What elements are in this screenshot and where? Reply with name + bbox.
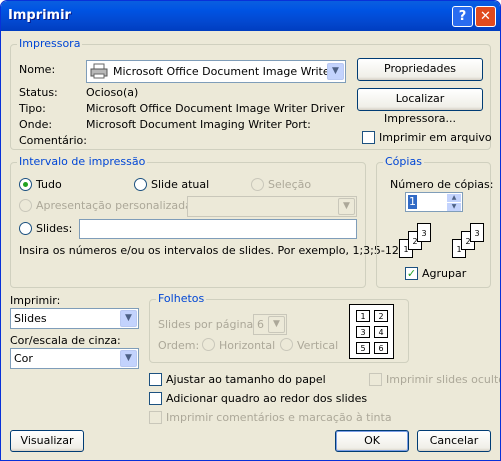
slides-range-input[interactable]	[79, 219, 357, 239]
find-printer-button[interactable]: Localizar Impressora...	[357, 88, 483, 125]
printer-icon	[90, 63, 108, 79]
chevron-down-icon: ▼	[338, 198, 355, 215]
chevron-down-icon: ▼	[268, 316, 285, 333]
cancel-button[interactable]: Cancelar	[417, 430, 491, 452]
color-label: Cor/escala de cinza:	[10, 334, 121, 347]
range-hint: Insira os números e/ou os intervalos de …	[19, 244, 399, 257]
range-selection-radio[interactable]	[251, 178, 264, 191]
order-label: Ordem:	[158, 339, 200, 352]
range-selection-label: Seleção	[268, 178, 312, 191]
range-slides-label: Slides:	[36, 222, 73, 235]
print-hidden-slides-checkbox[interactable]	[369, 373, 382, 386]
print-hidden-slides-label: Imprimir slides ocultos	[386, 373, 501, 386]
copies-count-input[interactable]: 1 ▲ ▼	[405, 192, 463, 212]
comment-label: Comentário:	[19, 134, 87, 147]
collate-checkbox[interactable]: ✓	[405, 267, 418, 280]
range-custom-label: Apresentação personalizada:	[36, 199, 196, 212]
type-label: Tipo:	[19, 102, 46, 115]
range-all-radio[interactable]	[19, 178, 32, 191]
slides-per-page-select[interactable]: 6 ▼	[253, 314, 287, 335]
handout-preview: 1 2 3 4 5 6	[349, 304, 394, 359]
type-value: Microsoft Office Document Image Writer D…	[86, 102, 345, 115]
handout-preview-cell: 2	[374, 310, 388, 322]
scale-to-fit-checkbox[interactable]	[149, 373, 162, 386]
preview-button[interactable]: Visualizar	[10, 430, 84, 452]
chevron-down-icon: ▼	[120, 350, 137, 367]
where-value: Microsoft Document Imaging Writer Port:	[86, 118, 311, 131]
frame-slides-checkbox[interactable]	[149, 392, 162, 405]
status-value: Ocioso(a)	[86, 86, 139, 99]
question-icon: ?	[458, 9, 467, 24]
collate-page: 3	[470, 223, 484, 242]
preview-button-label: Visualizar	[20, 434, 74, 447]
collate-label: Agrupar	[422, 267, 467, 280]
handouts-group-label: Folhetos	[156, 292, 207, 305]
range-current-radio[interactable]	[134, 178, 147, 191]
print-what-value: Slides	[14, 312, 47, 325]
print-what-select[interactable]: Slides ▼	[10, 308, 139, 329]
range-custom-radio[interactable]	[19, 199, 32, 212]
print-comments-checkbox[interactable]	[149, 411, 162, 424]
print-to-file-label: Imprimir em arquivo	[379, 131, 492, 144]
order-vertical-radio[interactable]	[280, 338, 293, 351]
order-horizontal-radio[interactable]	[202, 338, 215, 351]
print-comments-label: Imprimir comentários e marcação à tinta	[166, 411, 392, 424]
range-all-label: Tudo	[36, 178, 62, 191]
cancel-button-label: Cancelar	[429, 434, 479, 447]
color-select[interactable]: Cor ▼	[10, 348, 139, 369]
slides-per-page-value: 6	[257, 318, 264, 331]
range-current-label: Slide atual	[151, 178, 210, 191]
title-bar: Imprimir ? ✕	[1, 1, 500, 31]
handout-preview-cell: 1	[356, 310, 370, 322]
spin-down-icon[interactable]: ▼	[447, 203, 461, 211]
properties-button-label: Propriedades	[384, 62, 456, 75]
order-vertical-label: Vertical	[297, 339, 339, 352]
print-range-group-label: Intervalo de impressão	[17, 155, 148, 168]
printer-name-value: Microsoft Office Document Image Writer	[113, 65, 335, 78]
close-icon: ✕	[480, 9, 491, 24]
status-label: Status:	[19, 86, 58, 99]
order-horizontal-label: Horizontal	[219, 339, 276, 352]
printer-group-label: Impressora	[17, 37, 83, 50]
properties-button[interactable]: Propriedades	[357, 58, 483, 81]
where-label: Onde:	[19, 118, 53, 131]
color-value: Cor	[14, 352, 33, 365]
copies-count-label: Número de cópias:	[390, 178, 494, 191]
find-printer-button-label: Localizar Impressora...	[384, 92, 456, 125]
chevron-down-icon: ▼	[120, 310, 137, 327]
handout-preview-cell: 5	[356, 342, 370, 354]
print-to-file-checkbox[interactable]	[362, 131, 375, 144]
ok-button[interactable]: OK	[335, 430, 409, 452]
print-what-label: Imprimir:	[10, 294, 61, 307]
copies-group-label: Cópias	[383, 155, 424, 168]
collate-page: 3	[417, 223, 431, 242]
handout-preview-cell: 4	[374, 326, 388, 338]
range-slides-radio[interactable]	[19, 222, 32, 235]
handout-preview-cell: 6	[374, 342, 388, 354]
checkmark-icon: ✓	[406, 267, 417, 280]
chevron-down-icon: ▼	[327, 63, 344, 80]
custom-show-select[interactable]: ▼	[187, 196, 357, 217]
frame-slides-label: Adicionar quadro ao redor dos slides	[166, 392, 368, 405]
slides-per-page-label: Slides por página:	[158, 318, 257, 331]
copies-count-value: 1	[408, 195, 417, 209]
print-dialog: Imprimir ? ✕ Impressora Nome: Microsoft …	[0, 0, 501, 461]
printer-name-label: Nome:	[19, 63, 56, 76]
scale-to-fit-label: Ajustar ao tamanho do papel	[166, 373, 326, 386]
close-button[interactable]: ✕	[475, 6, 496, 27]
window-title: Imprimir	[8, 8, 71, 23]
help-button[interactable]: ?	[452, 6, 473, 27]
spin-up-icon[interactable]: ▲	[447, 194, 461, 202]
printer-name-select[interactable]: Microsoft Office Document Image Writer ▼	[86, 60, 346, 83]
ok-button-label: OK	[364, 434, 380, 447]
handout-preview-cell: 3	[356, 326, 370, 338]
